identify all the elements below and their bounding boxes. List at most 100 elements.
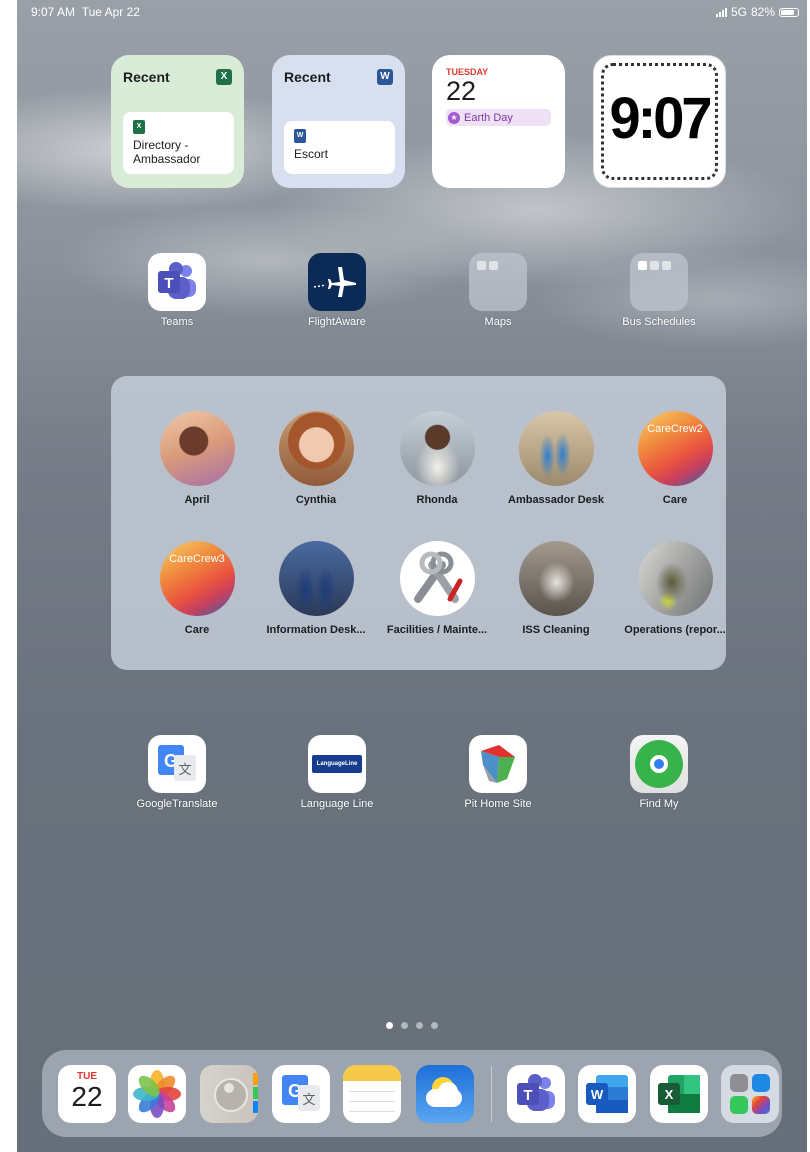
word-icon[interactable]: W — [578, 1065, 636, 1123]
notes-icon[interactable] — [343, 1065, 401, 1123]
cellular-signal-icon — [715, 7, 727, 17]
page-dot[interactable] — [401, 1022, 408, 1029]
contact-name: Cynthia — [295, 494, 337, 506]
avatar — [399, 541, 475, 616]
contacts-icon[interactable] — [200, 1065, 258, 1123]
flightaware-icon — [308, 253, 366, 311]
status-date: Tue Apr 22 — [81, 5, 140, 19]
contact-name: ISS Cleaning — [522, 624, 590, 636]
status-bar: 9:07 AM Tue Apr 22 5G 82% — [17, 0, 807, 22]
contact-ambassador-desk[interactable]: Ambassador Desk — [494, 411, 618, 506]
page-dot[interactable] — [416, 1022, 423, 1029]
avatar-initials: CareCrew2 — [647, 423, 703, 435]
contact-name: Ambassador Desk — [508, 494, 604, 506]
recent-file-name: Escort — [294, 147, 329, 161]
svg-text:文: 文 — [178, 763, 191, 778]
contact-april[interactable]: April — [135, 411, 259, 506]
dock-calendar-day: 22 — [71, 1081, 103, 1112]
app-label: GoogleTranslate — [136, 798, 218, 810]
calendar-widget[interactable]: TUESDAY 22 ★ Earth Day — [432, 55, 565, 188]
avatar: CareCrew3 — [159, 541, 235, 616]
contact-name: Rhonda — [416, 494, 458, 506]
photos-icon[interactable] — [128, 1065, 186, 1123]
folder-maps[interactable]: Maps — [438, 253, 558, 328]
contact-name: Information Desk... — [266, 624, 366, 636]
find-my-icon — [630, 735, 688, 793]
contact-name: Facilities / Mainte... — [386, 624, 488, 636]
app-label: Bus Schedules — [622, 316, 696, 328]
svg-text:W: W — [591, 1087, 604, 1102]
folder-bus-schedules[interactable]: Bus Schedules — [599, 253, 719, 328]
find-my-icon — [730, 1096, 748, 1114]
photos-icon — [752, 1096, 770, 1114]
page-dot[interactable] — [431, 1022, 438, 1029]
recent-file-card[interactable]: X Directory - Ambassador — [123, 112, 234, 174]
battery-percent: 82% — [750, 5, 775, 19]
avatar — [518, 411, 594, 486]
excel-file-icon: X — [133, 120, 145, 134]
page-indicator[interactable] — [17, 1016, 807, 1034]
page-dot[interactable] — [386, 1022, 393, 1029]
wrench-icon — [413, 551, 462, 603]
google-translate-icon: G文 — [148, 735, 206, 793]
contact-name: Care — [184, 624, 210, 636]
avatar — [637, 541, 713, 616]
app-teams[interactable]: T Teams — [117, 253, 237, 328]
avatar — [278, 411, 354, 486]
svg-text:T: T — [523, 1087, 532, 1104]
svg-text:X: X — [665, 1087, 674, 1102]
svg-text:T: T — [164, 275, 173, 292]
contact-cynthia[interactable]: Cynthia — [254, 411, 378, 506]
contact-rhonda[interactable]: Rhonda — [375, 411, 499, 506]
teams-icon: T — [148, 253, 206, 311]
word-recent-widget[interactable]: Recent W W Escort — [272, 55, 405, 188]
calendar-day: 22 — [446, 76, 477, 106]
teams-icon[interactable]: T — [507, 1065, 565, 1123]
clock-widget[interactable]: 9:07 — [593, 55, 726, 188]
google-translate-icon[interactable]: G文 — [272, 1065, 330, 1123]
weather-icon[interactable] — [416, 1065, 474, 1123]
app-pit-home-site[interactable]: Pit Home Site — [438, 735, 558, 810]
recent-file-name: Directory - Ambassador — [133, 138, 201, 166]
contact-name: Operations (repor... — [624, 624, 726, 636]
app-flightaware[interactable]: FlightAware — [277, 253, 397, 328]
avatar — [159, 411, 235, 486]
avatar — [278, 541, 354, 616]
contact-name: Care — [662, 494, 688, 506]
app-library-icon[interactable] — [721, 1065, 779, 1123]
battery-icon — [779, 7, 799, 17]
contact-care-crew3[interactable]: CareCrew3 Care — [135, 541, 259, 636]
contact-information-desk[interactable]: Information Desk... — [254, 541, 378, 636]
calendar-event[interactable]: ★ Earth Day — [446, 109, 551, 126]
clock-time: 9:07 — [609, 84, 712, 151]
contact-operations[interactable]: Operations (repor... — [613, 541, 737, 636]
folder-icon — [469, 253, 527, 311]
excel-icon: X — [216, 69, 232, 85]
app-google-translate[interactable]: G文 GoogleTranslate — [117, 735, 237, 810]
app-label: Maps — [484, 316, 512, 328]
app-find-my[interactable]: Find My — [599, 735, 719, 810]
favorites-widget: April Cynthia Rhonda Ambassador Desk Car… — [111, 376, 726, 670]
app-language-line[interactable]: LanguageLine Language Line — [277, 735, 397, 810]
app-label: Language Line — [300, 798, 374, 810]
avatar-initials: CareCrew3 — [169, 553, 225, 565]
language-line-icon: LanguageLine — [308, 735, 366, 793]
contact-name: April — [184, 494, 210, 506]
word-icon: W — [377, 69, 393, 85]
excel-recent-widget[interactable]: Recent X X Directory - Ambassador — [111, 55, 244, 188]
network-type: 5G — [730, 5, 747, 19]
recent-file-card[interactable]: W Escort — [284, 121, 395, 174]
status-time: 9:07 AM — [31, 5, 76, 19]
excel-icon[interactable]: X — [650, 1065, 708, 1123]
svg-text:文: 文 — [302, 1093, 315, 1108]
app-label: Teams — [160, 316, 194, 328]
avatar: CareCrew2 — [637, 411, 713, 486]
calendar-icon[interactable]: TUE 22 — [58, 1065, 116, 1123]
event-icon: ★ — [448, 111, 460, 124]
avatar — [399, 411, 475, 486]
contact-care-crew2[interactable]: CareCrew2 Care — [613, 411, 737, 506]
app-label: FlightAware — [308, 316, 366, 328]
contact-iss-cleaning[interactable]: ISS Cleaning — [494, 541, 618, 636]
contact-facilities[interactable]: Facilities / Mainte... — [375, 541, 499, 636]
app-label: Find My — [639, 798, 679, 810]
